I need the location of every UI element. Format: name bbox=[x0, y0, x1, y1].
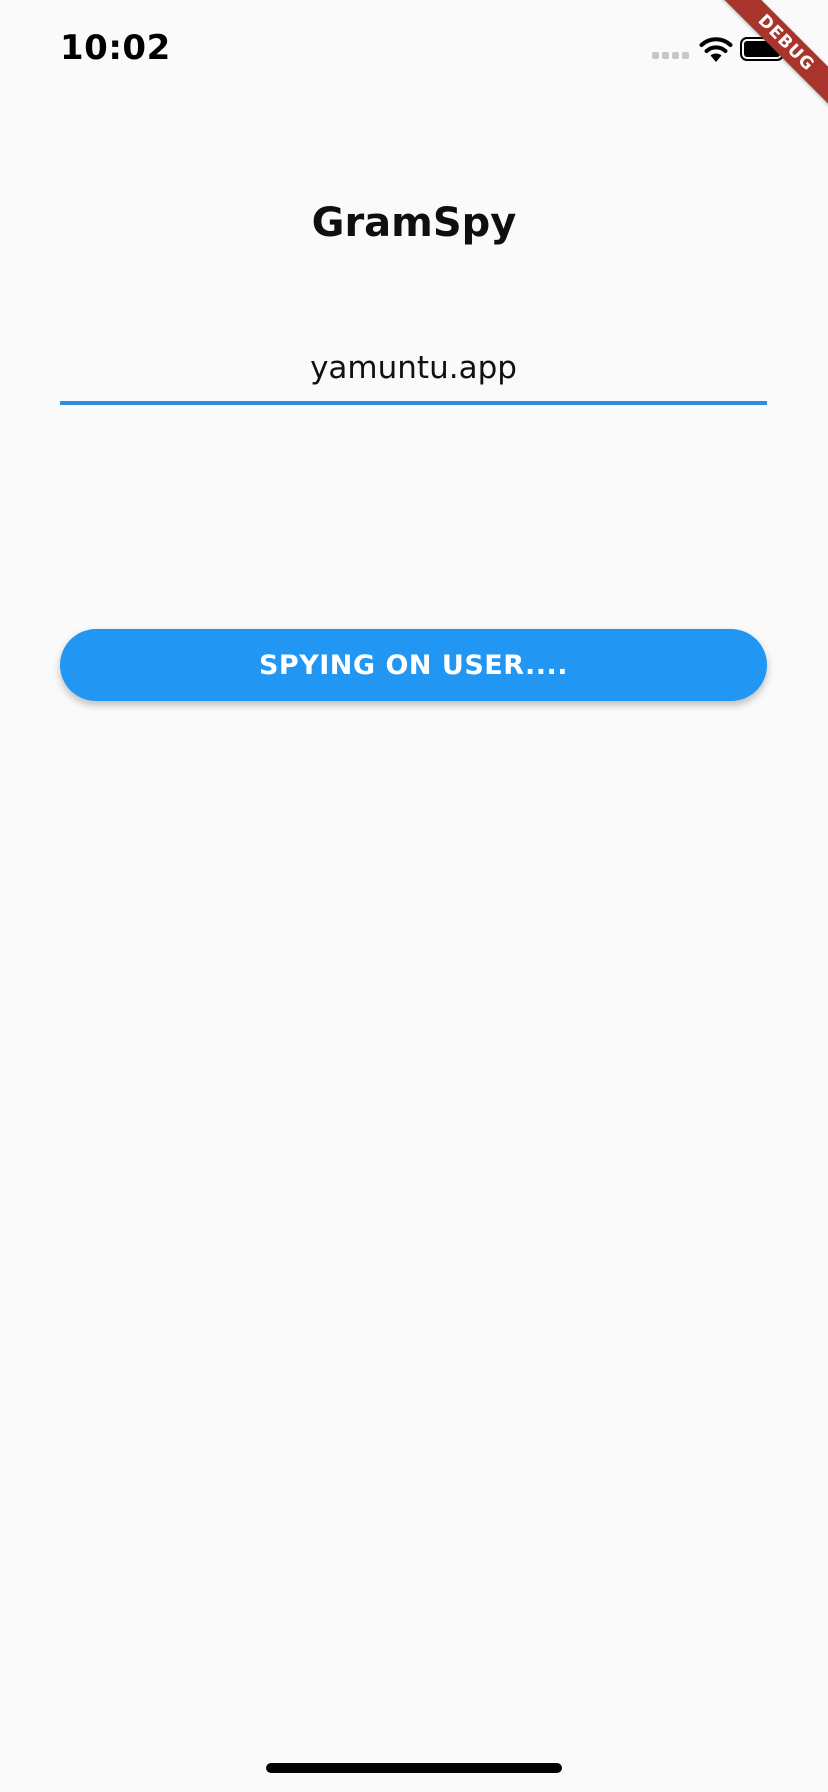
home-indicator[interactable] bbox=[266, 1763, 562, 1773]
signal-icon bbox=[652, 52, 689, 59]
status-bar: 10:02 bbox=[0, 0, 828, 100]
debug-banner: DEBUG bbox=[713, 0, 828, 116]
debug-banner-corner: DEBUG bbox=[708, 0, 828, 120]
app-title: GramSpy bbox=[311, 200, 517, 246]
spy-button[interactable]: SPYING ON USER.... bbox=[60, 629, 767, 701]
status-time: 10:02 bbox=[60, 28, 171, 68]
username-input[interactable] bbox=[60, 335, 767, 405]
